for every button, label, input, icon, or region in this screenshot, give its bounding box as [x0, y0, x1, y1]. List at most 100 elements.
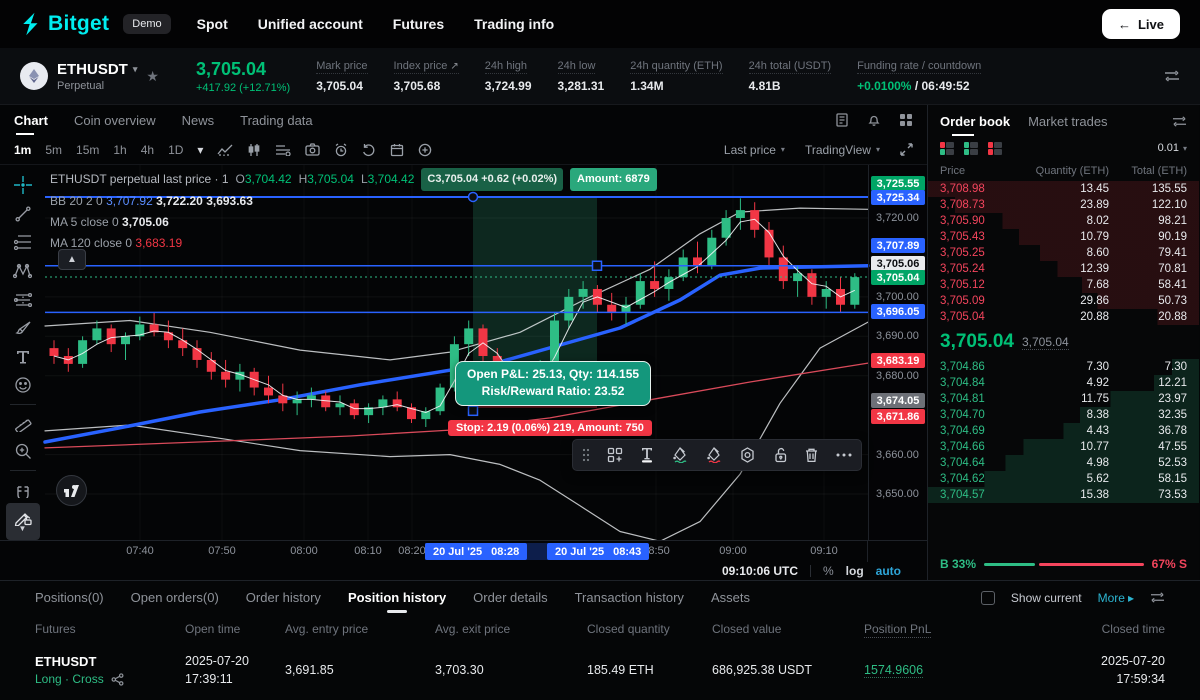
tab-position-history[interactable]: Position history [348, 582, 446, 613]
alert-clock-icon[interactable] [334, 143, 348, 157]
tab-trading-data[interactable]: Trading data [240, 107, 313, 134]
orderbook-bid-row[interactable]: 3,704.844.9212.21 [928, 375, 1199, 391]
order-lines-icon[interactable] [275, 144, 291, 156]
more-dropdown[interactable]: More▸ [1098, 591, 1134, 605]
tab-positions[interactable]: Positions(0) [35, 582, 104, 613]
delete-trash-icon[interactable] [804, 447, 819, 463]
template-icon[interactable] [607, 447, 623, 463]
unlock-icon[interactable] [773, 447, 788, 463]
orderbook-ask-row[interactable]: 3,705.0929.8650.73 [928, 293, 1199, 309]
tab-assets[interactable]: Assets [711, 582, 750, 613]
replay-icon[interactable] [362, 143, 376, 157]
calendar-icon[interactable] [390, 143, 404, 157]
timeframe-4h[interactable]: 4h [141, 143, 154, 157]
orderbook-ask-row[interactable]: 3,705.127.6858.41 [928, 277, 1199, 293]
orderbook-ask-row[interactable]: 3,705.2412.3970.81 [928, 261, 1199, 277]
screenshot-camera-icon[interactable] [305, 143, 320, 156]
date-range-badge[interactable]: 20 Jul '2508:28 [425, 543, 527, 560]
orderbook-ask-row[interactable]: 3,708.9813.45135.55 [928, 181, 1199, 197]
table-row[interactable]: ETHUSDT Long · Cross 2025-07-2017:39:11 … [35, 644, 1200, 698]
trend-line-tool-icon[interactable] [6, 200, 40, 229]
legend-ma5[interactable]: MA 5 close 0 3,705.06 [50, 212, 657, 233]
pattern-tool-icon[interactable] [6, 257, 40, 286]
fill-color-down-icon[interactable] [706, 447, 723, 463]
timeframe-1h[interactable]: 1h [113, 143, 126, 157]
chart-provider-dropdown[interactable]: TradingView▾ [805, 143, 880, 157]
zoom-in-tool-icon[interactable] [6, 437, 40, 466]
price-axis[interactable]: 3,720.003,700.003,690.003,680.003,660.00… [868, 165, 927, 540]
orderbook-bid-row[interactable]: 3,704.5715.3873.53 [928, 487, 1199, 503]
tab-transaction-history[interactable]: Transaction history [575, 582, 684, 613]
compare-candles-icon[interactable] [247, 143, 261, 157]
ticker-settings-icon[interactable] [1164, 69, 1180, 83]
orderbook-settings-icon[interactable] [1172, 115, 1187, 128]
more-options-icon[interactable] [836, 453, 852, 457]
draw-lock-tool[interactable]: ▼ [6, 503, 40, 540]
brush-tool-icon[interactable] [6, 314, 40, 343]
alert-bell-icon[interactable] [867, 113, 881, 127]
orderbook-bid-row[interactable]: 3,704.694.4336.78 [928, 423, 1199, 439]
percent-scale-button[interactable]: % [823, 564, 834, 578]
tab-market-trades[interactable]: Market trades [1028, 109, 1107, 134]
date-range-badge[interactable]: 20 Jul '2508:43 [547, 543, 649, 560]
add-indicator-icon[interactable] [418, 143, 432, 157]
time-axis[interactable]: 07:4007:5008:0008:1008:2008:5009:0009:10… [0, 540, 927, 562]
legend-ma120[interactable]: MA 120 close 0 3,683.19 [50, 233, 657, 254]
orderbook-ask-row[interactable]: 3,705.908.0298.21 [928, 213, 1199, 229]
auto-scale-button[interactable]: auto [876, 564, 901, 578]
nav-item-futures[interactable]: Futures [393, 16, 444, 32]
book-mode-bids-icon[interactable] [964, 142, 979, 155]
news-feed-icon[interactable] [835, 113, 849, 127]
text-color-icon[interactable] [639, 447, 655, 463]
magnet-tool-icon[interactable] [6, 475, 40, 504]
tab-order-history[interactable]: Order history [246, 582, 321, 613]
timeframe-15m[interactable]: 15m [76, 143, 99, 157]
external-link-icon[interactable]: ↗ [450, 61, 458, 72]
tab-order-details[interactable]: Order details [473, 582, 547, 613]
orderbook-ask-row[interactable]: 3,705.0420.8820.88 [928, 309, 1199, 325]
emoji-tool-icon[interactable] [6, 371, 40, 400]
orderbook-bid-row[interactable]: 3,704.6610.7747.55 [928, 439, 1199, 455]
timeframe-1d[interactable]: 1D [168, 143, 183, 157]
timeframe-more-icon[interactable]: ▾ [197, 143, 203, 157]
nav-item-unified-account[interactable]: Unified account [258, 16, 363, 32]
orderbook-mid-price[interactable]: 3,705.04 3,705.04 [928, 325, 1199, 359]
nav-item-trading-info[interactable]: Trading info [474, 16, 554, 32]
orderbook-bid-row[interactable]: 3,704.625.6258.15 [928, 471, 1199, 487]
tab-order-book[interactable]: Order book [940, 109, 1010, 134]
log-scale-button[interactable]: log [846, 564, 864, 578]
share-icon[interactable] [111, 673, 124, 686]
row-position-pnl[interactable]: 1574.9606 [864, 663, 923, 678]
orderbook-ask-row[interactable]: 3,705.4310.7990.19 [928, 229, 1199, 245]
legend-bb[interactable]: BB 20 2 0 3,707.92 3,722.20 3,693.63 [50, 191, 657, 212]
text-tool-icon[interactable] [6, 342, 40, 371]
fill-color-up-icon[interactable] [672, 447, 689, 463]
forecast-position-tool-icon[interactable] [6, 285, 40, 314]
precision-dropdown[interactable]: 0.01▾ [1158, 142, 1187, 154]
stop-loss-badge[interactable]: Stop: 2.19 (0.06%) 219, Amount: 750 [448, 420, 652, 436]
orderbook-bid-row[interactable]: 3,704.8111.7523.97 [928, 391, 1199, 407]
drag-handle-icon[interactable] [582, 448, 590, 462]
chart-canvas[interactable]: ▼ ETHUSDT perpetual last price · 1 O3,70… [0, 165, 927, 540]
tradingview-logo[interactable] [56, 475, 87, 506]
chart-clock[interactable]: 09:10:06 UTC [722, 564, 798, 578]
collapse-lines-button[interactable]: ▲ [58, 249, 86, 270]
tab-coin-overview[interactable]: Coin overview [74, 107, 156, 134]
timeframe-1m[interactable]: 1m [14, 143, 31, 157]
nav-item-spot[interactable]: Spot [197, 16, 228, 32]
orderbook-bid-row[interactable]: 3,704.708.3832.35 [928, 407, 1199, 423]
fib-retracement-tool-icon[interactable] [6, 228, 40, 257]
measure-ruler-icon[interactable] [6, 409, 40, 438]
timeframe-5m[interactable]: 5m [45, 143, 62, 157]
bitget-logo[interactable]: Bitget [18, 12, 109, 36]
chevron-down-icon[interactable]: ▾ [133, 64, 138, 75]
orderbook-bid-row[interactable]: 3,704.867.307.30 [928, 359, 1199, 375]
favorite-star-icon[interactable]: ★ [146, 68, 159, 85]
tab-open-orders[interactable]: Open orders(0) [131, 582, 219, 613]
live-button[interactable]: ← Live [1102, 9, 1180, 39]
apps-grid-icon[interactable] [899, 113, 913, 127]
book-mode-both-icon[interactable] [940, 142, 955, 155]
tab-news[interactable]: News [182, 107, 215, 134]
show-current-checkbox[interactable] [981, 591, 995, 605]
orderbook-ask-row[interactable]: 3,705.258.6079.41 [928, 245, 1199, 261]
